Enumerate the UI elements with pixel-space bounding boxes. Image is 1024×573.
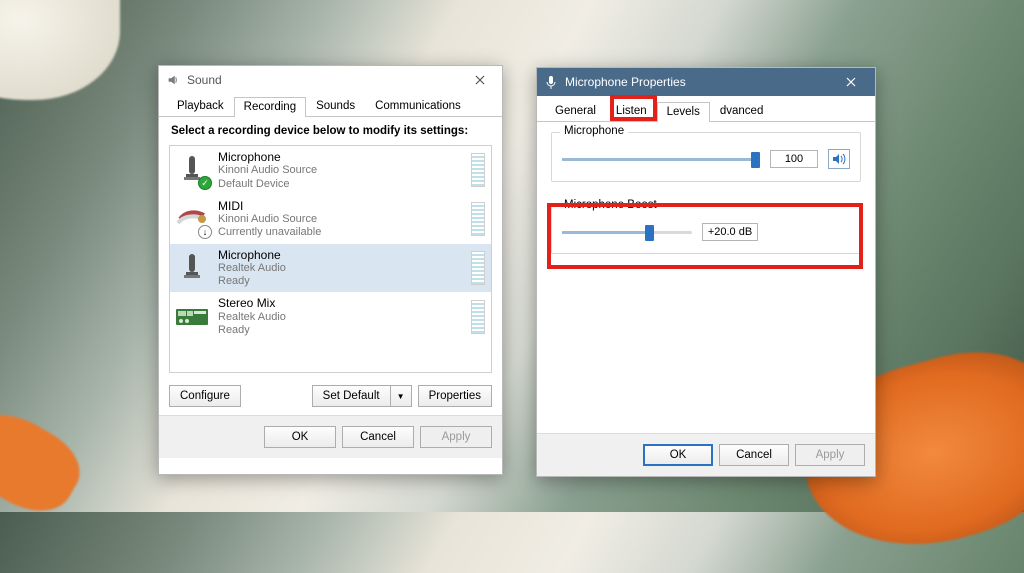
- sound-window: Sound Playback Recording Sounds Communic…: [158, 65, 503, 475]
- device-name: MIDI: [218, 199, 463, 213]
- sound-tabstrip: Playback Recording Sounds Communications: [159, 94, 502, 117]
- mic-dialog-buttons: OK Cancel Apply: [537, 433, 875, 476]
- microphone-icon: [174, 250, 210, 286]
- microphone-level-value[interactable]: 100: [770, 150, 818, 168]
- close-icon[interactable]: [831, 68, 871, 96]
- mic-properties-window: Microphone Properties General Listen Lev…: [536, 67, 876, 477]
- sound-icon: [165, 72, 181, 88]
- level-meter: [471, 300, 485, 334]
- level-meter: [471, 202, 485, 236]
- device-sub1: Realtek Audio: [218, 262, 463, 275]
- mic-tabstrip: General Listen Levels dvanced: [537, 96, 875, 122]
- tab-sounds[interactable]: Sounds: [306, 96, 365, 116]
- properties-button[interactable]: Properties: [418, 385, 492, 407]
- tab-levels[interactable]: Levels: [657, 102, 710, 122]
- highlight-box: [610, 95, 657, 121]
- stereo-mix-icon: [174, 299, 210, 335]
- device-sub2: Ready: [218, 275, 463, 288]
- tab-playback[interactable]: Playback: [167, 96, 234, 116]
- tab-general[interactable]: General: [545, 101, 606, 121]
- tab-advanced[interactable]: dvanced: [710, 101, 773, 121]
- list-item[interactable]: ↓ MIDI Kinoni Audio Source Currently una…: [170, 195, 491, 244]
- device-sub2: Ready: [218, 324, 463, 337]
- cancel-button[interactable]: Cancel: [342, 426, 414, 448]
- device-name: Microphone: [218, 248, 463, 262]
- microphone-level-group: Microphone 100: [551, 132, 861, 182]
- sound-dialog-buttons: OK Cancel Apply: [159, 415, 502, 458]
- level-meter: [471, 251, 485, 285]
- set-default-button[interactable]: Set Default: [312, 385, 391, 407]
- chevron-down-icon[interactable]: ▼: [391, 385, 412, 407]
- microphone-icon: ✓: [174, 152, 210, 188]
- microphone-level-slider[interactable]: [562, 150, 760, 168]
- apply-button[interactable]: Apply: [420, 426, 492, 448]
- arrow-down-icon: ↓: [198, 225, 212, 239]
- group-label: Microphone: [560, 125, 628, 137]
- list-item[interactable]: Stereo Mix Realtek Audio Ready: [170, 292, 491, 341]
- device-sub2: Currently unavailable: [218, 226, 463, 239]
- list-item[interactable]: Microphone Realtek Audio Ready: [170, 244, 491, 293]
- apply-button[interactable]: Apply: [795, 444, 865, 466]
- sound-instruction: Select a recording device below to modif…: [159, 117, 502, 143]
- check-icon: ✓: [198, 176, 212, 190]
- device-name: Microphone: [218, 150, 463, 164]
- mic-titlebar[interactable]: Microphone Properties: [537, 68, 875, 96]
- list-item[interactable]: ✓ Microphone Kinoni Audio Source Default…: [170, 146, 491, 195]
- device-sub2: Default Device: [218, 178, 463, 191]
- configure-button[interactable]: Configure: [169, 385, 241, 407]
- sound-titlebar[interactable]: Sound: [159, 66, 502, 94]
- microphone-icon: [545, 75, 559, 89]
- sound-title-text: Sound: [187, 73, 222, 87]
- ok-button[interactable]: OK: [643, 444, 713, 466]
- device-sub1: Realtek Audio: [218, 311, 463, 324]
- device-list[interactable]: ✓ Microphone Kinoni Audio Source Default…: [169, 145, 492, 373]
- cancel-button[interactable]: Cancel: [719, 444, 789, 466]
- midi-icon: ↓: [174, 201, 210, 237]
- sound-action-row: Configure Set Default ▼ Properties: [159, 379, 502, 407]
- tab-recording[interactable]: Recording: [234, 97, 306, 117]
- level-meter: [471, 153, 485, 187]
- set-default-split-button[interactable]: Set Default ▼: [312, 385, 412, 407]
- device-name: Stereo Mix: [218, 296, 463, 310]
- tab-communications[interactable]: Communications: [365, 96, 471, 116]
- highlight-box: [547, 203, 863, 269]
- speaker-icon[interactable]: [828, 149, 850, 169]
- close-icon[interactable]: [464, 69, 496, 91]
- mic-title-text: Microphone Properties: [565, 75, 686, 89]
- device-sub1: Kinoni Audio Source: [218, 164, 463, 177]
- ok-button[interactable]: OK: [264, 426, 336, 448]
- device-sub1: Kinoni Audio Source: [218, 213, 463, 226]
